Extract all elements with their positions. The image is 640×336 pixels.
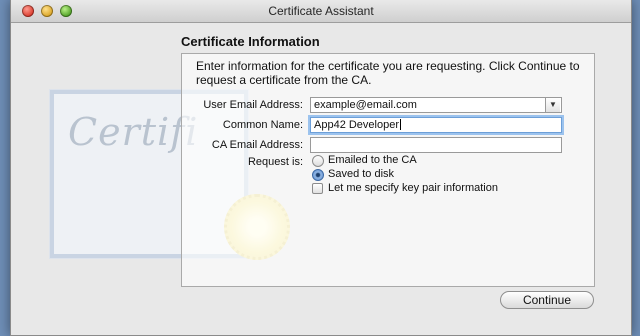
continue-button[interactable]: Continue — [500, 291, 594, 309]
user-email-label: User Email Address: — [203, 99, 303, 111]
radio-on-icon[interactable] — [312, 169, 324, 181]
ca-email-label: CA Email Address: — [211, 139, 303, 151]
user-email-value: example@email.com — [314, 99, 417, 111]
request-is-label: Request is: — [247, 156, 303, 168]
common-name-value: App42 Developer — [314, 119, 400, 131]
radio-emailed-to-ca[interactable]: Emailed to the CA — [312, 154, 417, 167]
radio-saved-to-disk[interactable]: Saved to disk — [312, 168, 395, 181]
title-bar[interactable]: Certificate Assistant — [11, 0, 631, 23]
section-heading: Certificate Information — [181, 34, 320, 49]
radio-label: Emailed to the CA — [328, 154, 417, 166]
ca-email-field[interactable] — [310, 137, 562, 153]
window-title: Certificate Assistant — [268, 4, 374, 18]
checkbox-icon[interactable] — [312, 183, 323, 194]
radio-label: Saved to disk — [328, 168, 395, 180]
certificate-script-text: Certifi — [68, 110, 199, 154]
radio-off-icon[interactable] — [312, 155, 324, 167]
common-name-field[interactable]: App42 Developer — [310, 117, 562, 133]
chevron-down-icon[interactable]: ▼ — [545, 98, 560, 112]
intro-text: Enter information for the certificate yo… — [196, 59, 580, 87]
key-pair-checkbox-row[interactable]: Let me specify key pair information — [312, 182, 498, 194]
checkbox-label: Let me specify key pair information — [328, 182, 498, 194]
text-cursor — [400, 119, 402, 130]
user-email-combo[interactable]: example@email.com — [310, 97, 562, 113]
common-name-label: Common Name: — [222, 119, 303, 131]
